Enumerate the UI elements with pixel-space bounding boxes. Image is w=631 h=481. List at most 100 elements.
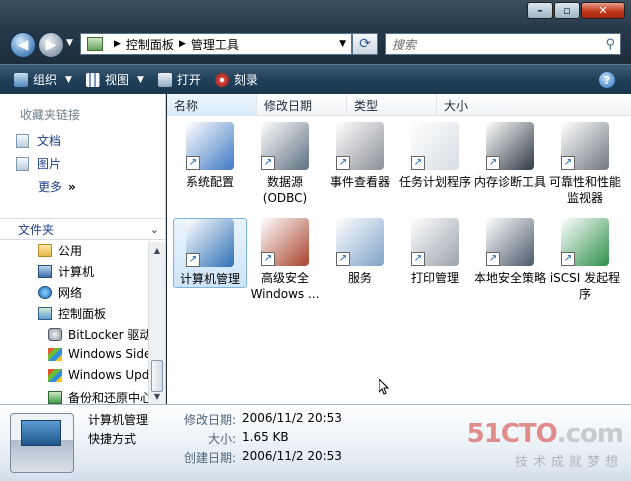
system-config-icon: ↗ [186,122,234,170]
open-label: 打开 [176,73,201,87]
network-icon [38,286,52,299]
scroll-up-icon[interactable]: ▲ [149,242,165,258]
scroll-down-icon[interactable]: ▼ [149,388,165,404]
admin-tool-label: 系统配置 [185,175,234,189]
close-button[interactable]: ✕ [581,2,625,19]
admin-tool-item[interactable]: ↗ 任务计划程序 [398,122,472,190]
column-type[interactable]: 类型 [347,94,437,116]
shortcut-arrow-icon: ↗ [411,252,425,266]
burn-button[interactable]: 刻录 [214,71,258,88]
print-management-icon: ↗ [411,218,459,266]
tree-item-bitlocker[interactable]: BitLocker 驱动 [48,326,148,343]
watermark-tagline: 技术成就梦想 [514,455,623,470]
control-panel-icon [38,307,52,320]
column-size[interactable]: 大小 [437,94,631,116]
tree-item-computer[interactable]: 计算机 [38,263,94,280]
column-name[interactable]: 名称 [167,94,257,116]
organize-button[interactable]: 组织 ▼ [14,71,72,88]
window-controls: – ▫ ✕ [526,2,625,19]
maximize-button[interactable]: ▫ [554,2,580,19]
views-icon [85,72,100,87]
chevron-down-icon: ▼ [66,38,73,48]
tree-item-label: Windows Side [68,347,148,361]
folders-label: 文件夹 [18,222,55,237]
computer-management-icon: ↗ [186,219,234,267]
admin-tool-item[interactable]: ↗ 打印管理 [398,218,472,286]
arrow-left-icon: ◀ [17,37,29,53]
minimize-button[interactable]: – [527,2,553,19]
tree-scrollbar[interactable]: ▲ ▼ [148,242,165,404]
help-button[interactable]: ? [599,72,615,88]
tree-item-label: 控制面板 [58,307,107,321]
admin-tool-item[interactable]: ↗ 计算机管理 [173,218,247,288]
open-icon [157,72,172,87]
address-bar[interactable]: ▶ 控制面板 ▶ 管理工具 ▼ [80,33,352,55]
breadcrumb-admin-tools[interactable]: 管理工具 [191,36,239,53]
recent-pages-dropdown[interactable]: ▼ [66,38,73,48]
iscsi-icon: ↗ [561,218,609,266]
views-label: 视图 [104,73,129,87]
open-button[interactable]: 打开 [157,71,201,88]
tree-item-windows-update[interactable]: Windows Upd [48,368,148,382]
breadcrumb-separator-icon[interactable]: ▶ [114,39,121,49]
arrow-right-icon: ▶ [45,37,57,53]
organize-label: 组织 [33,73,58,87]
bitlocker-icon [48,328,62,341]
file-list: 名称 修改日期 类型 大小 ↗ 系统配置 ↗ 数据源 (ODBC) ↗ 事件查看器 ↗ 任务计… [167,94,631,404]
search-input[interactable]: 搜索 ⚲ [385,33,621,55]
tree-item-label: 备份和还原中心 [68,391,148,404]
admin-tool-item[interactable]: ↗ 数据源 (ODBC) [248,122,322,206]
admin-tool-item[interactable]: ↗ 服务 [323,218,397,286]
shortcut-arrow-icon: ↗ [486,252,500,266]
admin-tool-item[interactable]: ↗ 本地安全策略 [473,218,547,286]
folders-header[interactable]: 文件夹 ⌄ [0,218,165,240]
admin-tool-label: 任务计划程序 [398,175,471,189]
search-placeholder: 搜索 [392,37,417,52]
admin-tool-item[interactable]: ↗ 事件查看器 [323,122,397,190]
admin-tool-label: 内存诊断工具 [473,175,546,189]
shortcut-arrow-icon: ↗ [561,156,575,170]
event-viewer-icon: ↗ [336,122,384,170]
forward-button[interactable]: ▶ [38,32,64,58]
computer-management-large-icon [10,413,74,473]
details-created-label: 创建日期: [183,451,236,465]
double-chevron-icon: » [68,180,76,194]
tree-item-windows-sidebar[interactable]: Windows Side [48,347,148,361]
admin-tool-label: 计算机管理 [179,272,240,286]
admin-tool-item[interactable]: ↗ 系统配置 [173,122,247,190]
admin-tool-item[interactable]: ↗ 内存诊断工具 [473,122,547,190]
shortcut-arrow-icon: ↗ [261,156,275,170]
details-size-label: 大小: [207,432,236,446]
refresh-icon: ⟳ [359,36,371,52]
tree-item-network[interactable]: 网络 [38,284,82,301]
tree-item-public[interactable]: 公用 [38,242,82,259]
tree-item-backup-restore[interactable]: 备份和还原中心 [48,389,148,404]
address-dropdown-icon[interactable]: ▼ [339,39,346,49]
tree-item-label: BitLocker 驱动 [68,328,148,342]
favorite-link-pictures[interactable]: 图片 [16,155,61,172]
more-links[interactable]: 更多 » [38,178,76,195]
admin-tool-label: iSCSI 发起程序 [549,271,621,301]
admin-tool-item[interactable]: ↗ 高级安全 Windows ... [248,218,322,302]
admin-tool-label: 高级安全 Windows ... [250,271,320,301]
admin-tool-item[interactable]: ↗ iSCSI 发起程序 [548,218,622,302]
favorite-link-documents[interactable]: 文档 [16,132,61,149]
search-icon[interactable]: ⚲ [605,37,615,52]
shortcut-arrow-icon: ↗ [486,156,500,170]
breadcrumb-control-panel[interactable]: 控制面板 [126,36,174,53]
reliability-monitor-icon: ↗ [561,122,609,170]
burn-label: 刻录 [233,73,258,87]
refresh-button[interactable]: ⟳ [352,33,378,55]
admin-tool-label: 数据源 (ODBC) [262,175,308,205]
column-modified[interactable]: 修改日期 [257,94,347,116]
views-button[interactable]: 视图 ▼ [85,71,144,88]
back-button[interactable]: ◀ [10,32,36,58]
shortcut-arrow-icon: ↗ [411,156,425,170]
admin-tool-item[interactable]: ↗ 可靠性和性能监视器 [548,122,622,206]
breadcrumb-separator-icon[interactable]: ▶ [179,39,186,49]
admin-tool-label: 服务 [347,271,372,285]
odbc-icon: ↗ [261,122,309,170]
watermark-logo: 51CTO.com [467,419,624,449]
admin-tool-label: 本地安全策略 [473,271,546,285]
tree-item-control-panel[interactable]: 控制面板 [38,305,106,322]
